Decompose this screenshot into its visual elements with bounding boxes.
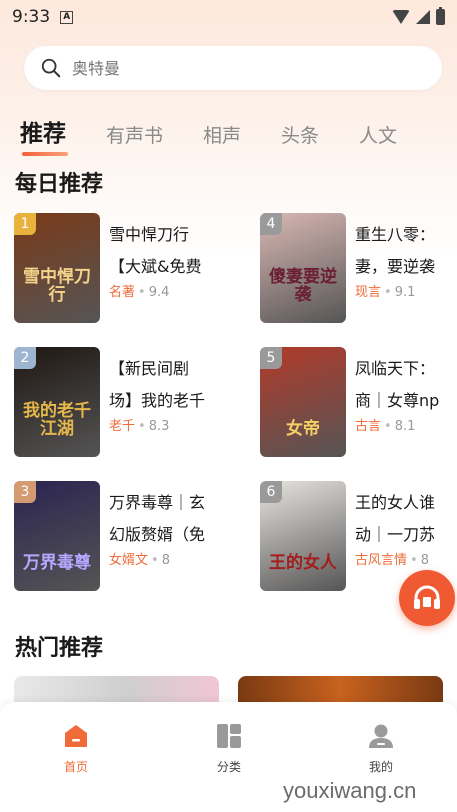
book-meta: 女婿文 • 8 <box>109 549 170 568</box>
tab-humanities[interactable]: 人文 <box>359 121 397 148</box>
book-title-line2: 场】我的老千 <box>109 391 206 410</box>
watermark: youxiwang.cn <box>283 778 417 803</box>
book-card[interactable]: 2 我的老千江湖 【新民间剧 场】我的老千 老千 • 8.3 <box>14 347 244 457</box>
home-icon <box>62 722 90 750</box>
book-score: 9.1 <box>394 285 416 300</box>
book-title-line2: 幻版赘婿（免 <box>109 525 206 544</box>
separator-dot: • <box>138 285 146 300</box>
book-title-line1: 凤临天下： <box>355 359 436 378</box>
nav-category-label: 分类 <box>216 760 241 774</box>
separator-dot: • <box>384 419 392 434</box>
book-title-line1: 雪中悍刀行 <box>109 225 190 244</box>
book-title-line2: 商｜女尊np <box>355 391 440 410</box>
book-card[interactable]: 3 万界毒尊 万界毒尊｜玄 幻版赘婿（免 女婿文 • 8 <box>14 481 244 591</box>
book-meta: 名著 • 9.4 <box>109 281 169 300</box>
nav-home-label: 首页 <box>63 760 88 774</box>
headphones-icon <box>414 585 440 609</box>
book-card[interactable]: 4 傻妻要逆袭 重生八零： 妻，要逆袭现言 • 9.1 <box>260 213 457 323</box>
cover-title-art: 万界毒尊 <box>23 553 91 574</box>
tab-crosstalk[interactable]: 相声 <box>203 121 241 148</box>
book-title-line2: 【大斌&免费 <box>109 257 202 276</box>
book-category: 老千 <box>109 419 136 434</box>
category-tabs: 推荐 有声书 相声 头条 人文 <box>20 108 437 156</box>
audio-player-button[interactable] <box>399 570 455 626</box>
book-category: 古风言情 <box>355 553 408 568</box>
book-category: 现言 <box>355 285 382 300</box>
cover-title-art: 雪中悍刀行 <box>23 266 91 306</box>
separator-dot: • <box>410 553 418 568</box>
book-card[interactable]: 1 雪中悍刀行 雪中悍刀行 【大斌&免费 名著 • 9.4 <box>14 213 244 323</box>
book-card[interactable]: 5 女帝 凤临天下： 商｜女尊np 古言 • 8.1 <box>260 347 457 457</box>
separator-dot: • <box>151 553 159 568</box>
wifi-icon <box>392 10 410 24</box>
cover-title-art: 女帝 <box>286 419 320 440</box>
book-score: 8.3 <box>148 419 170 434</box>
rank-badge: 2 <box>14 347 36 369</box>
category-icon <box>215 722 243 750</box>
search-icon <box>41 58 61 78</box>
nav-profile[interactable]: 我的 <box>341 722 421 775</box>
signal-icon <box>416 10 430 24</box>
book-score: 8.1 <box>394 419 416 434</box>
book-score: 9.4 <box>148 285 170 300</box>
rank-badge: 6 <box>260 481 282 503</box>
book-meta: 老千 • 8.3 <box>109 415 169 434</box>
book-title-line1: 【新民间剧 <box>109 359 190 378</box>
book-cover[interactable]: 1 雪中悍刀行 <box>14 213 100 323</box>
status-bar: 9:33 A <box>0 0 457 34</box>
separator-dot: • <box>384 285 392 300</box>
book-cover[interactable]: 4 傻妻要逆袭 <box>260 213 346 323</box>
cover-title-art: 傻妻要逆袭 <box>269 266 337 306</box>
book-meta: 古风言情 • 8 <box>355 549 429 568</box>
book-cover[interactable]: 2 我的老千江湖 <box>14 347 100 457</box>
daily-recommend-title: 每日推荐 <box>15 172 104 197</box>
cover-title-art: 王的女人 <box>269 553 337 574</box>
nav-profile-label: 我的 <box>368 760 393 774</box>
tab-headlines[interactable]: 头条 <box>281 121 319 148</box>
status-time: 9:33 <box>12 7 51 27</box>
book-title-line1: 重生八零： <box>355 225 436 244</box>
search-bar[interactable] <box>24 46 442 90</box>
book-title-line2: 动｜一刀苏 <box>355 525 436 544</box>
rank-badge: 1 <box>14 213 36 235</box>
book-category: 名著 <box>109 285 136 300</box>
notification-a-icon: A <box>60 10 74 24</box>
book-meta: 现言 • 9.1 <box>355 281 415 300</box>
separator-dot: • <box>138 419 146 434</box>
nav-category[interactable]: 分类 <box>189 722 269 775</box>
battery-icon <box>436 7 445 25</box>
book-category: 古言 <box>355 419 382 434</box>
book-title-line1: 万界毒尊｜玄 <box>109 493 206 512</box>
book-cover[interactable]: 3 万界毒尊 <box>14 481 100 591</box>
book-cover[interactable]: 6 王的女人 <box>260 481 346 591</box>
book-meta: 古言 • 8.1 <box>355 415 415 434</box>
nav-home[interactable]: 首页 <box>36 722 116 775</box>
book-cover[interactable]: 5 女帝 <box>260 347 346 457</box>
cover-title-art: 我的老千江湖 <box>23 400 91 440</box>
book-score: 8 <box>420 553 429 568</box>
search-input[interactable] <box>72 58 372 78</box>
hot-recommend-title: 热门推荐 <box>15 636 104 661</box>
book-title-line1: 王的女人谁 <box>355 493 436 512</box>
book-category: 女婿文 <box>109 553 149 568</box>
profile-icon <box>367 722 395 750</box>
rank-badge: 4 <box>260 213 282 235</box>
tab-recommend[interactable]: 推荐 <box>20 114 68 156</box>
tab-audiobook[interactable]: 有声书 <box>106 121 163 148</box>
book-score: 8 <box>161 553 170 568</box>
rank-badge: 5 <box>260 347 282 369</box>
book-title-line2: 妻，要逆袭 <box>355 257 436 276</box>
rank-badge: 3 <box>14 481 36 503</box>
